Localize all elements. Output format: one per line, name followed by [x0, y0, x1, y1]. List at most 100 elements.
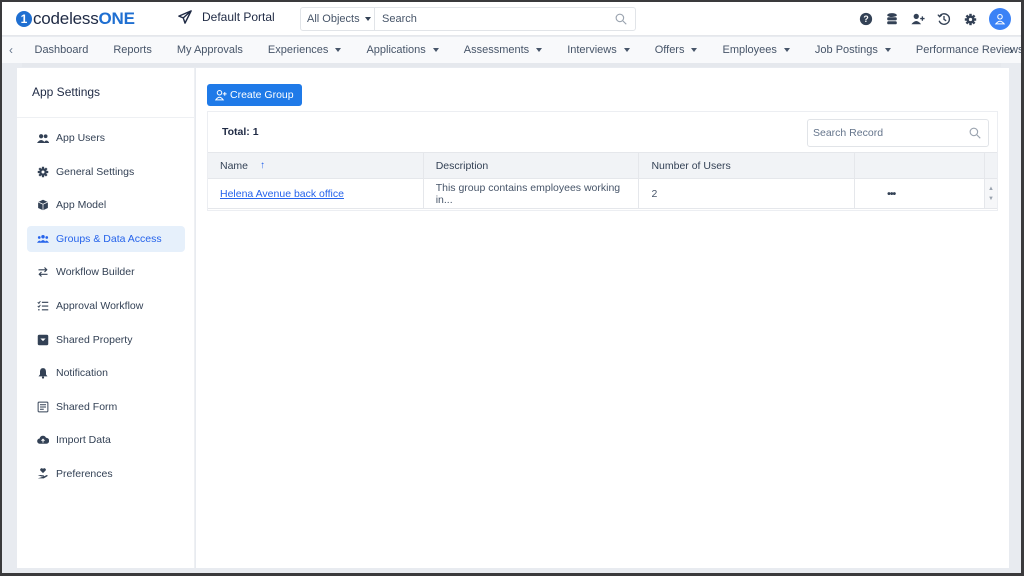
app-logo[interactable]: 1 codelessONE	[16, 9, 135, 29]
settings-sidebar: App Settings App Users General Settings …	[17, 68, 195, 568]
gear-icon[interactable]	[963, 12, 977, 26]
table-row: Helena Avenue back office This group con…	[208, 179, 997, 209]
nav-item-dashboard[interactable]: Dashboard	[35, 44, 89, 56]
inbox-icon	[37, 334, 49, 346]
portal-name: Default Portal	[202, 10, 275, 24]
help-icon[interactable]: ?	[859, 12, 873, 26]
search-record-input[interactable]	[808, 127, 969, 139]
users-icon	[37, 132, 49, 144]
caret-down-icon	[783, 48, 790, 52]
caret-down-icon	[691, 48, 698, 52]
nav-item-my-approvals[interactable]: My Approvals	[177, 44, 243, 56]
sidebar-item-label: Groups & Data Access	[56, 232, 162, 245]
nav-item-performance-reviews[interactable]: Performance Reviews	[916, 44, 1021, 56]
nav-item-experiences[interactable]: Experiences	[268, 44, 342, 56]
logo-mark-icon: 1	[16, 11, 32, 27]
gear-icon	[37, 166, 49, 178]
sidebar-item-shared-form[interactable]: Shared Form	[27, 394, 185, 420]
nav-item-label: My Approvals	[176, 44, 243, 56]
nav-items: Dashboard Reports My Approvals Experienc…	[22, 37, 1022, 63]
scroll-down-icon[interactable]: ▼	[988, 194, 994, 204]
sidebar-item-approval-workflow[interactable]: Approval Workflow	[27, 293, 185, 319]
nav-item-assessments[interactable]: Assessments	[463, 44, 543, 56]
sidebar-item-groups-data-access[interactable]: Groups & Data Access	[27, 225, 185, 252]
search-scope-label: All Objects	[307, 13, 360, 25]
column-label: Number of Users	[651, 159, 731, 172]
nav-item-label: Assessments	[463, 44, 530, 56]
paper-plane-icon	[178, 10, 192, 24]
nav-item-applications[interactable]: Applications	[366, 44, 439, 56]
add-user-icon[interactable]	[911, 12, 925, 26]
sidebar-item-label: App Users	[56, 132, 106, 144]
column-header-description[interactable]: Description	[424, 153, 640, 178]
nav-item-label: Interviews	[567, 44, 617, 56]
nav-item-label: Dashboard	[34, 44, 89, 56]
page-gutter	[1009, 68, 1021, 573]
table-scrollbar[interactable]: ▲ ▼	[985, 179, 997, 208]
caret-down-icon	[335, 48, 342, 52]
cell-number-of-users: 2	[639, 179, 856, 208]
sidebar-item-label: App Model	[56, 199, 107, 212]
nav-item-interviews[interactable]: Interviews	[567, 44, 630, 56]
app-window: 1 codelessONE Default Portal All Objects…	[2, 2, 1021, 573]
caret-down-icon	[364, 17, 371, 21]
nav-prev-arrow-icon[interactable]: ‹	[9, 43, 13, 57]
nav-item-reports[interactable]: Reports	[113, 44, 152, 56]
column-header-name[interactable]: Name ↑	[208, 153, 424, 178]
cell-description: This group contains employees working in…	[424, 179, 640, 208]
sidebar-item-workflow-builder[interactable]: Workflow Builder	[27, 259, 185, 285]
caret-down-icon	[623, 48, 630, 52]
group-name-link[interactable]: Helena Avenue back office	[220, 188, 344, 200]
column-header-number-of-users[interactable]: Number of Users	[639, 153, 856, 178]
history-icon[interactable]	[937, 12, 951, 26]
nav-item-job-postings[interactable]: Job Postings	[815, 44, 891, 56]
column-header-actions	[855, 153, 985, 178]
nav-item-employees[interactable]: Employees	[722, 44, 790, 56]
user-avatar-icon[interactable]	[989, 8, 1011, 30]
sidebar-item-label: Workflow Builder	[56, 266, 135, 279]
nav-next-arrow-icon[interactable]: ›	[1009, 43, 1013, 57]
caret-down-icon	[432, 48, 439, 52]
search-icon[interactable]	[615, 13, 627, 25]
nav-item-label: Applications	[366, 44, 426, 56]
sidebar-item-label: Shared Property	[56, 333, 133, 346]
logo-prefix: codeless	[33, 9, 99, 28]
sidebar-item-label: Notification	[56, 367, 108, 380]
scroll-up-icon[interactable]: ▲	[988, 184, 994, 194]
header-scroll-spacer	[985, 153, 997, 178]
sidebar-item-general-settings[interactable]: General Settings	[27, 159, 185, 185]
divider	[17, 117, 194, 118]
more-actions-icon[interactable]: •••	[867, 188, 896, 200]
nav-item-label: Performance Reviews	[915, 44, 1021, 56]
search-record-field	[807, 119, 989, 147]
sidebar-item-app-users[interactable]: App Users	[27, 125, 185, 151]
nav-item-offers[interactable]: Offers	[655, 44, 698, 56]
nav-item-label: Employees	[722, 44, 777, 56]
portal-switcher[interactable]: Default Portal	[178, 10, 275, 24]
groups-table: Name ↑ Description Number of Users Helen…	[208, 152, 997, 209]
main-nav: ‹ Dashboard Reports My Approvals Experie…	[2, 37, 1021, 63]
checklist-icon	[37, 300, 49, 312]
sidebar-item-app-model[interactable]: App Model	[27, 192, 185, 218]
sort-ascending-icon[interactable]: ↑	[260, 160, 265, 171]
hand-heart-icon	[37, 468, 49, 480]
sidebar-item-preferences[interactable]: Preferences	[27, 461, 185, 487]
search-icon[interactable]	[969, 127, 981, 139]
sidebar-item-import-data[interactable]: Import Data	[27, 427, 185, 453]
sidebar-item-notification[interactable]: Notification	[27, 360, 185, 386]
logo-suffix: ONE	[98, 9, 135, 28]
table-header: Name ↑ Description Number of Users	[208, 152, 997, 179]
create-group-button[interactable]: Create Group	[207, 84, 302, 106]
form-icon	[37, 401, 49, 413]
global-search-input[interactable]	[375, 13, 615, 25]
database-icon[interactable]	[885, 12, 899, 26]
caret-down-icon	[536, 48, 543, 52]
column-label: Name	[220, 159, 249, 172]
sidebar-item-label: Preferences	[56, 467, 113, 480]
total-count: Total: 1	[222, 126, 259, 138]
sidebar-item-shared-property[interactable]: Shared Property	[27, 327, 185, 353]
nav-item-label: Experiences	[267, 44, 329, 56]
nav-item-label: Job Postings	[814, 44, 878, 56]
search-scope-dropdown[interactable]: All Objects	[301, 8, 375, 30]
nav-item-label: Reports	[113, 44, 152, 56]
